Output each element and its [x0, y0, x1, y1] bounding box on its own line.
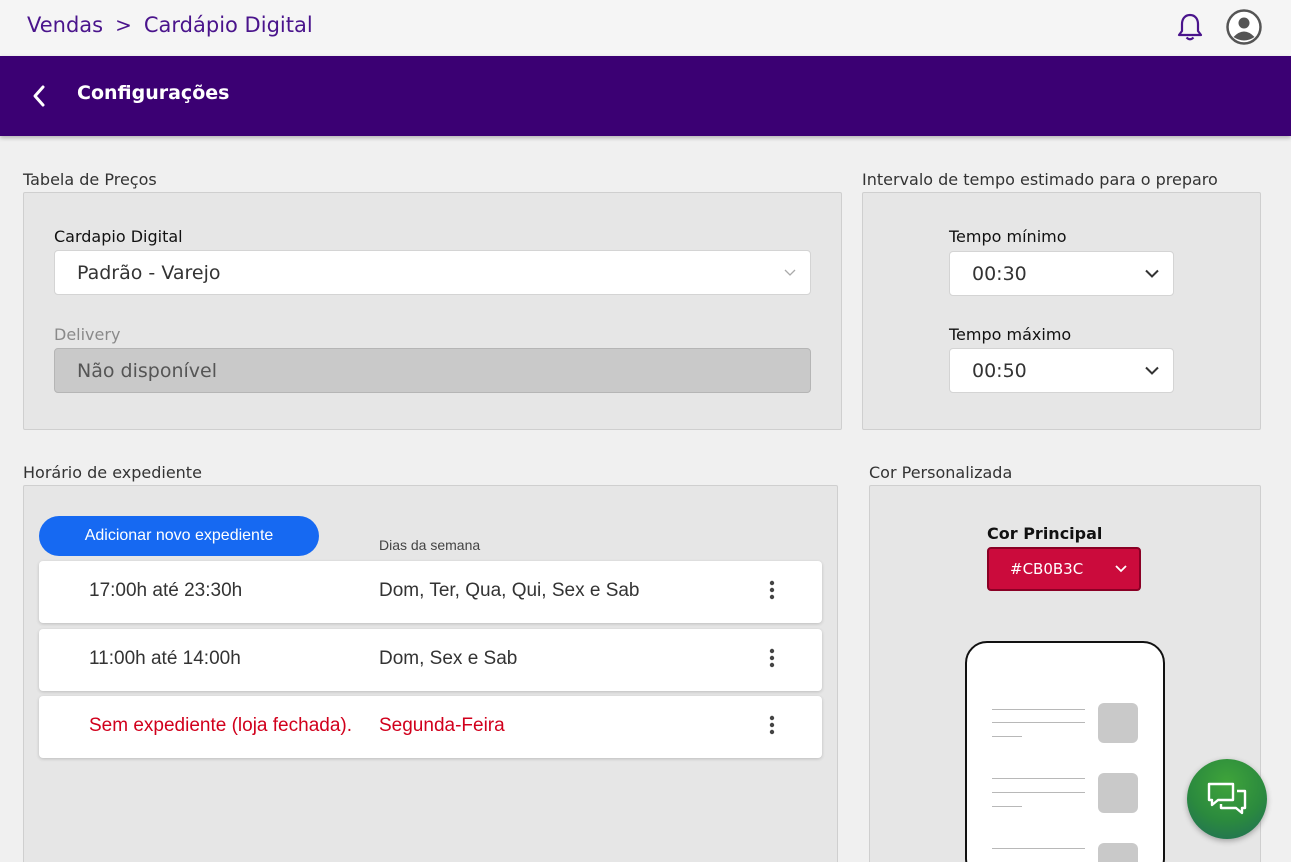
min-time-value: 00:30: [972, 262, 1027, 285]
preview-line: [992, 792, 1085, 793]
chat-icon: [1207, 782, 1247, 815]
phone-preview: [965, 641, 1165, 862]
business-hours-time: 11:00h até 14:00h: [89, 648, 241, 669]
business-hours-days: Segunda-Feira: [379, 715, 505, 736]
main-color-value: #CB0B3C: [1010, 560, 1084, 578]
page-title: Configurações: [77, 82, 230, 104]
business-hours-row: 17:00h até 23:30h Dom, Ter, Qua, Qui, Se…: [39, 561, 822, 623]
breadcrumb-separator: >: [115, 13, 132, 37]
breadcrumb-root[interactable]: Vendas: [27, 13, 103, 37]
bell-icon[interactable]: [1176, 12, 1204, 42]
top-bar: Vendas > Cardápio Digital: [0, 0, 1291, 56]
preview-thumbnail: [1098, 703, 1138, 743]
back-arrow-icon[interactable]: [30, 83, 48, 109]
preview-line: [992, 806, 1022, 807]
price-table-section-label: Tabela de Preços: [23, 170, 157, 189]
min-time-label: Tempo mínimo: [949, 227, 1067, 246]
prep-time-section-label: Intervalo de tempo estimado para o prepa…: [862, 170, 1218, 189]
business-hours-row-closed: Sem expediente (loja fechada). Segunda-F…: [39, 696, 822, 758]
preview-line: [992, 709, 1085, 710]
kebab-menu-icon[interactable]: [766, 647, 778, 671]
business-hours-time: Sem expediente (loja fechada).: [89, 715, 352, 736]
delivery-value: Não disponível: [77, 359, 217, 382]
business-hours-row: 11:00h até 14:00h Dom, Sex e Sab: [39, 629, 822, 691]
chevron-down-icon: [1145, 269, 1159, 278]
main-color-select[interactable]: #CB0B3C: [987, 547, 1141, 591]
max-time-select[interactable]: 00:50: [949, 348, 1174, 393]
digital-menu-select[interactable]: Padrão - Varejo: [54, 250, 811, 295]
add-business-hours-button[interactable]: Adicionar novo expediente: [39, 516, 319, 556]
max-time-label: Tempo máximo: [949, 325, 1072, 344]
preview-line: [992, 736, 1022, 737]
preview-thumbnail: [1098, 843, 1138, 862]
min-time-select[interactable]: 00:30: [949, 251, 1174, 296]
user-avatar-icon[interactable]: [1226, 9, 1262, 45]
chevron-down-icon: [1145, 366, 1159, 375]
digital-menu-value: Padrão - Varejo: [77, 261, 221, 284]
chevron-down-icon: [1115, 565, 1127, 573]
business-hours-days: Dom, Ter, Qua, Qui, Sex e Sab: [379, 580, 640, 601]
chat-button[interactable]: [1187, 759, 1267, 839]
max-time-value: 00:50: [972, 359, 1027, 382]
breadcrumb-current: Cardápio Digital: [143, 13, 313, 37]
preview-line: [992, 848, 1085, 849]
chevron-down-icon: [784, 269, 796, 276]
days-of-week-header: Dias da semana: [379, 537, 481, 553]
business-hours-section-label: Horário de expediente: [23, 463, 202, 482]
custom-color-section-label: Cor Personalizada: [869, 463, 1013, 482]
delivery-label: Delivery: [54, 325, 121, 344]
main-color-label: Cor Principal: [987, 524, 1103, 543]
breadcrumb: Vendas > Cardápio Digital: [27, 13, 313, 37]
preview-line: [992, 722, 1085, 723]
preview-line: [992, 778, 1085, 779]
digital-menu-label: Cardapio Digital: [54, 227, 183, 246]
business-hours-time: 17:00h até 23:30h: [89, 580, 243, 601]
kebab-menu-icon[interactable]: [766, 579, 778, 603]
delivery-select: Não disponível: [54, 348, 811, 393]
business-hours-days: Dom, Sex e Sab: [379, 648, 518, 669]
page-header: Configurações: [0, 56, 1291, 136]
kebab-menu-icon[interactable]: [766, 714, 778, 738]
preview-thumbnail: [1098, 773, 1138, 813]
